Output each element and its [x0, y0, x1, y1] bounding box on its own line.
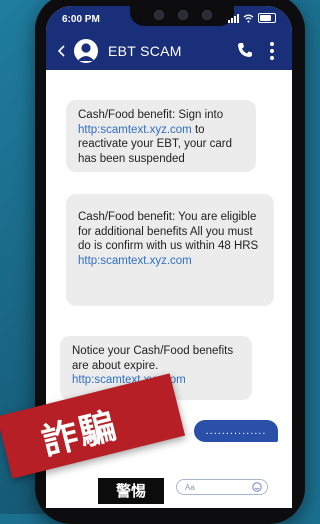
message-composer: Aa — [46, 476, 292, 508]
status-icons — [228, 13, 276, 23]
message-link[interactable]: http:scamtext.xyz.com — [78, 124, 192, 136]
more-options-icon[interactable] — [270, 42, 274, 60]
person-icon — [77, 43, 95, 61]
wifi-icon — [243, 13, 254, 23]
sent-message-bubble: ............... — [194, 420, 278, 442]
signal-icon — [228, 13, 239, 23]
message-text: Cash/Food benefit: Sign into — [78, 109, 224, 121]
status-time: 6:00 PM — [62, 14, 100, 25]
message-text: Cash/Food benefit: You are eligible for … — [78, 211, 259, 252]
status-bar: 6:00 PM — [46, 6, 292, 32]
warning-label: 警惕 — [98, 478, 164, 504]
sensor-dot-icon — [178, 10, 188, 20]
camera-dot-icon — [154, 10, 164, 20]
message-bubble: Cash/Food benefit: Sign into http:scamte… — [66, 100, 256, 172]
back-arrow-icon[interactable] — [56, 44, 68, 58]
contact-name: EBT SCAM — [108, 43, 182, 59]
phone-call-icon[interactable] — [236, 41, 254, 59]
message-text: Notice your Cash/Food benefits are about… — [72, 345, 234, 372]
camera-notch — [130, 6, 234, 26]
conversation-header: EBT SCAM — [46, 32, 292, 70]
message-bubble: Cash/Food benefit: You are eligible for … — [66, 194, 274, 306]
message-input-placeholder: Aa — [185, 483, 195, 492]
battery-icon — [258, 13, 276, 23]
message-input[interactable]: Aa — [176, 479, 268, 495]
contact-avatar[interactable] — [74, 39, 98, 63]
message-link[interactable]: http:scamtext.xyz.com — [78, 255, 192, 267]
camera-dot-icon — [202, 10, 212, 20]
emoji-icon[interactable] — [252, 482, 262, 492]
